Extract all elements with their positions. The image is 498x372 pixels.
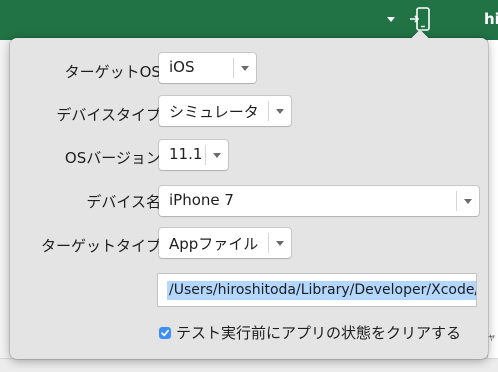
select-divider xyxy=(205,145,206,165)
reset-app-state-label[interactable]: テスト実行前にアプリの状態をクリアする xyxy=(176,322,461,343)
chevron-down-icon xyxy=(213,153,221,158)
select-divider xyxy=(268,233,269,253)
chevron-down-icon xyxy=(464,199,472,204)
target-type-label: ターゲットタイプ: xyxy=(40,237,166,255)
os-version-select[interactable]: 11.1 xyxy=(159,140,228,170)
checkmark-icon xyxy=(161,329,170,337)
target-type-select[interactable]: Appファイル xyxy=(159,228,291,258)
device-name-select[interactable]: iPhone 7 xyxy=(159,186,479,216)
select-divider xyxy=(268,101,269,121)
device-type-select[interactable]: シミュレータ xyxy=(159,96,291,126)
select-divider xyxy=(233,58,234,78)
os-version-value: 11.1 xyxy=(169,145,203,163)
background-document xyxy=(487,40,498,371)
app-path-input[interactable]: /Users/hiroshitoda/Library/Developer/Xco… xyxy=(158,274,476,306)
select-divider xyxy=(456,191,457,211)
background-footer xyxy=(0,358,498,372)
device-type-value: シミュレータ xyxy=(169,103,259,121)
target-os-label: ターゲットOS: xyxy=(64,63,166,81)
os-version-label: OSバージョン: xyxy=(64,149,166,167)
target-type-value: Appファイル xyxy=(169,235,259,253)
dropdown-caret-icon[interactable] xyxy=(387,17,395,22)
header-title: hi xyxy=(484,10,498,28)
device-type-label: デバイスタイプ: xyxy=(56,106,166,124)
device-name-label: デバイス名: xyxy=(86,193,166,211)
chevron-down-icon xyxy=(241,66,249,71)
reset-app-state-checkbox[interactable] xyxy=(159,327,171,339)
run-settings-popover: ターゲットOS: iOS デバイスタイプ: シミュレータ OSバージョン: 11… xyxy=(10,29,488,359)
background-text: ャ xyxy=(487,333,497,343)
device-name-value: iPhone 7 xyxy=(169,191,234,209)
target-os-select[interactable]: iOS xyxy=(159,53,256,83)
chevron-down-icon xyxy=(276,241,284,246)
target-os-value: iOS xyxy=(169,58,195,76)
chevron-down-icon xyxy=(276,109,284,114)
app-path-value: /Users/hiroshitoda/Library/Developer/Xco… xyxy=(167,281,476,300)
